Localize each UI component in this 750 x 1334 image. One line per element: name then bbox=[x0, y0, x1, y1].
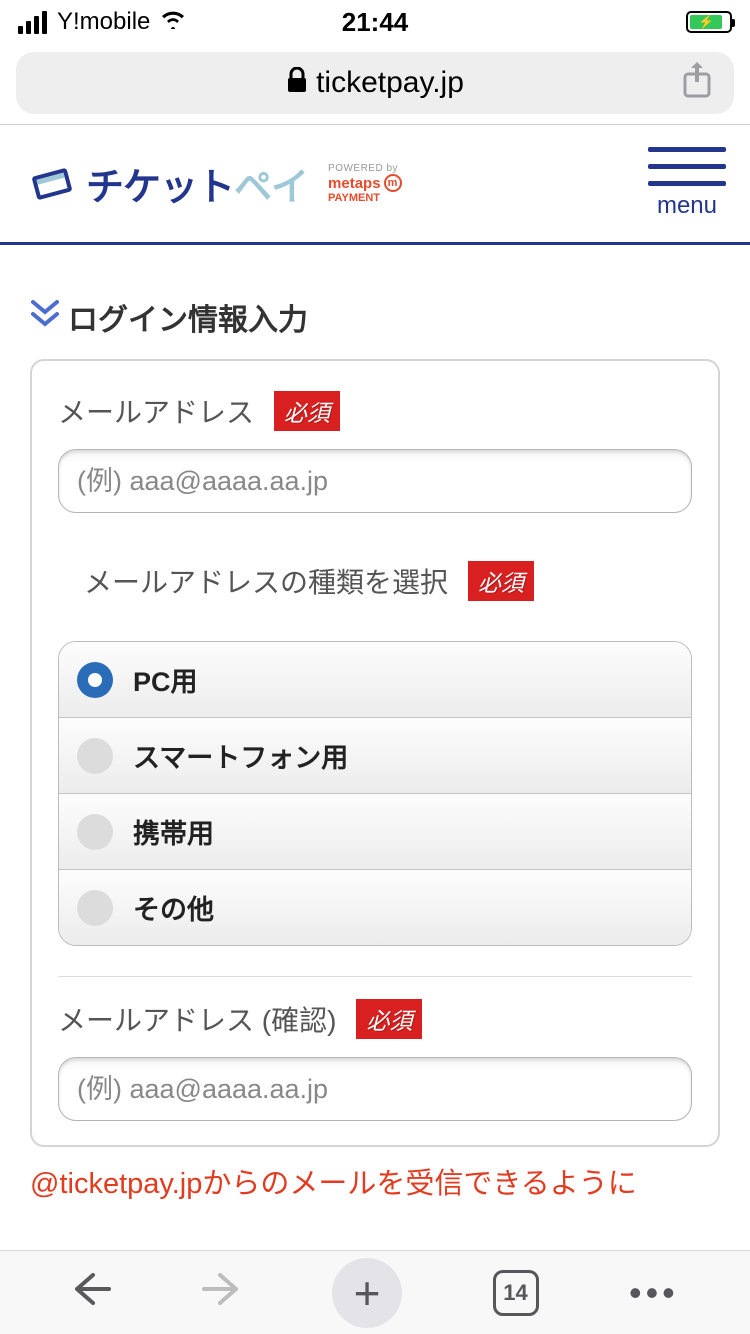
required-badge: 必須 bbox=[468, 561, 534, 601]
email-confirm-label-row: メールアドレス (確認) 必須 bbox=[58, 999, 692, 1039]
tabs-button[interactable]: 14 bbox=[493, 1270, 539, 1316]
carrier-label: Y!mobile bbox=[57, 8, 150, 36]
url-bar-container: ticketpay.jp bbox=[0, 44, 750, 124]
hamburger-icon bbox=[648, 147, 726, 186]
signal-icon bbox=[18, 11, 47, 34]
radio-label: スマートフォン用 bbox=[133, 736, 348, 775]
radio-icon bbox=[77, 814, 113, 850]
url-bar[interactable]: ticketpay.jp bbox=[16, 52, 734, 114]
menu-button[interactable]: menu bbox=[648, 147, 726, 220]
powered-by: POWERED by metaps m PAYMENT bbox=[328, 163, 402, 204]
logo-text: チケットペイ bbox=[86, 156, 308, 211]
status-bar: Y!mobile 21:44 ⚡ bbox=[0, 0, 750, 44]
status-right: ⚡ bbox=[686, 11, 732, 33]
logo[interactable]: チケットペイ POWERED by metaps m PAYMENT bbox=[28, 156, 402, 211]
radio-icon bbox=[77, 662, 113, 698]
section-title: ログイン情報入力 bbox=[30, 295, 720, 339]
share-icon[interactable] bbox=[682, 60, 712, 107]
required-badge: 必須 bbox=[356, 999, 422, 1039]
clock: 21:44 bbox=[342, 7, 409, 38]
notice-text: @ticketpay.jpからのメールを受信できるように bbox=[0, 1147, 750, 1207]
radio-label: 携帯用 bbox=[133, 812, 214, 851]
forward-button[interactable] bbox=[202, 1268, 242, 1318]
email-confirm-input[interactable] bbox=[58, 1057, 692, 1121]
email-label: メールアドレス bbox=[58, 391, 254, 431]
browser-toolbar: + 14 ••• bbox=[0, 1250, 750, 1334]
radio-option-smartphone[interactable]: スマートフォン用 bbox=[59, 718, 691, 794]
section-title-text: ログイン情報入力 bbox=[68, 295, 308, 339]
more-button[interactable]: ••• bbox=[629, 1272, 679, 1314]
status-left: Y!mobile bbox=[18, 8, 186, 36]
new-tab-button[interactable]: + bbox=[332, 1258, 402, 1328]
tab-count: 14 bbox=[503, 1280, 527, 1306]
chevrons-down-icon bbox=[30, 298, 60, 336]
back-button[interactable] bbox=[71, 1268, 111, 1318]
radio-option-mobile[interactable]: 携帯用 bbox=[59, 794, 691, 870]
ticket-icon bbox=[23, 154, 82, 213]
email-label-row: メールアドレス 必須 bbox=[58, 391, 692, 431]
radio-label: PC用 bbox=[133, 660, 198, 699]
lock-icon bbox=[286, 67, 308, 100]
radio-icon bbox=[77, 890, 113, 926]
required-badge: 必須 bbox=[274, 391, 340, 431]
wifi-icon bbox=[160, 8, 186, 36]
url-domain: ticketpay.jp bbox=[316, 66, 464, 100]
menu-label: menu bbox=[657, 192, 717, 220]
divider bbox=[58, 976, 692, 977]
email-type-label-row: メールアドレスの種類を選択 必須 bbox=[84, 561, 692, 601]
radio-label: その他 bbox=[133, 888, 214, 927]
page-content: ログイン情報入力 メールアドレス 必須 メールアドレスの種類を選択 必須 PC用… bbox=[0, 245, 750, 1147]
radio-icon bbox=[77, 738, 113, 774]
app-header: チケットペイ POWERED by metaps m PAYMENT menu bbox=[0, 124, 750, 245]
email-type-label: メールアドレスの種類を選択 bbox=[84, 561, 448, 601]
radio-option-other[interactable]: その他 bbox=[59, 870, 691, 945]
email-input[interactable] bbox=[58, 449, 692, 513]
email-type-radio-group: PC用 スマートフォン用 携帯用 その他 bbox=[58, 641, 692, 946]
radio-option-pc[interactable]: PC用 bbox=[59, 642, 691, 718]
battery-icon: ⚡ bbox=[686, 11, 732, 33]
form-card: メールアドレス 必須 メールアドレスの種類を選択 必須 PC用 スマートフォン用… bbox=[30, 359, 720, 1147]
email-confirm-label: メールアドレス (確認) bbox=[58, 999, 336, 1039]
